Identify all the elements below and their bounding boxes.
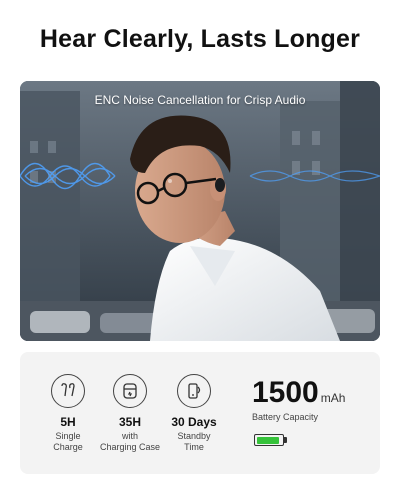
charging-case-icon (113, 374, 147, 408)
standby-phone-icon (177, 374, 211, 408)
spec-value: 30 Days (171, 415, 217, 429)
battery-capacity-label: Battery Capacity (252, 412, 319, 422)
battery-tip (284, 437, 287, 443)
hero-image: ENC Noise Cancellation for Crisp Audio (20, 81, 380, 341)
hero-caption: ENC Noise Cancellation for Crisp Audio (94, 93, 306, 107)
hero-illustration (20, 81, 380, 341)
battery-capacity-block: 1500 mAh Battery Capacity (252, 376, 372, 446)
spec-standby-time: 30 Days Standby Time (156, 374, 232, 453)
battery-capacity-unit: mAh (320, 391, 346, 405)
earbuds-icon (51, 374, 85, 408)
battery-icon (254, 434, 284, 446)
page-headline: Hear Clearly, Lasts Longer (39, 25, 361, 53)
battery-capacity-value: 1500 (252, 376, 319, 409)
battery-level-fill (256, 436, 279, 444)
spec-label: Standby Time (177, 431, 211, 452)
specs-panel: 5H Single Charge 35H with Charging Case (20, 352, 380, 474)
